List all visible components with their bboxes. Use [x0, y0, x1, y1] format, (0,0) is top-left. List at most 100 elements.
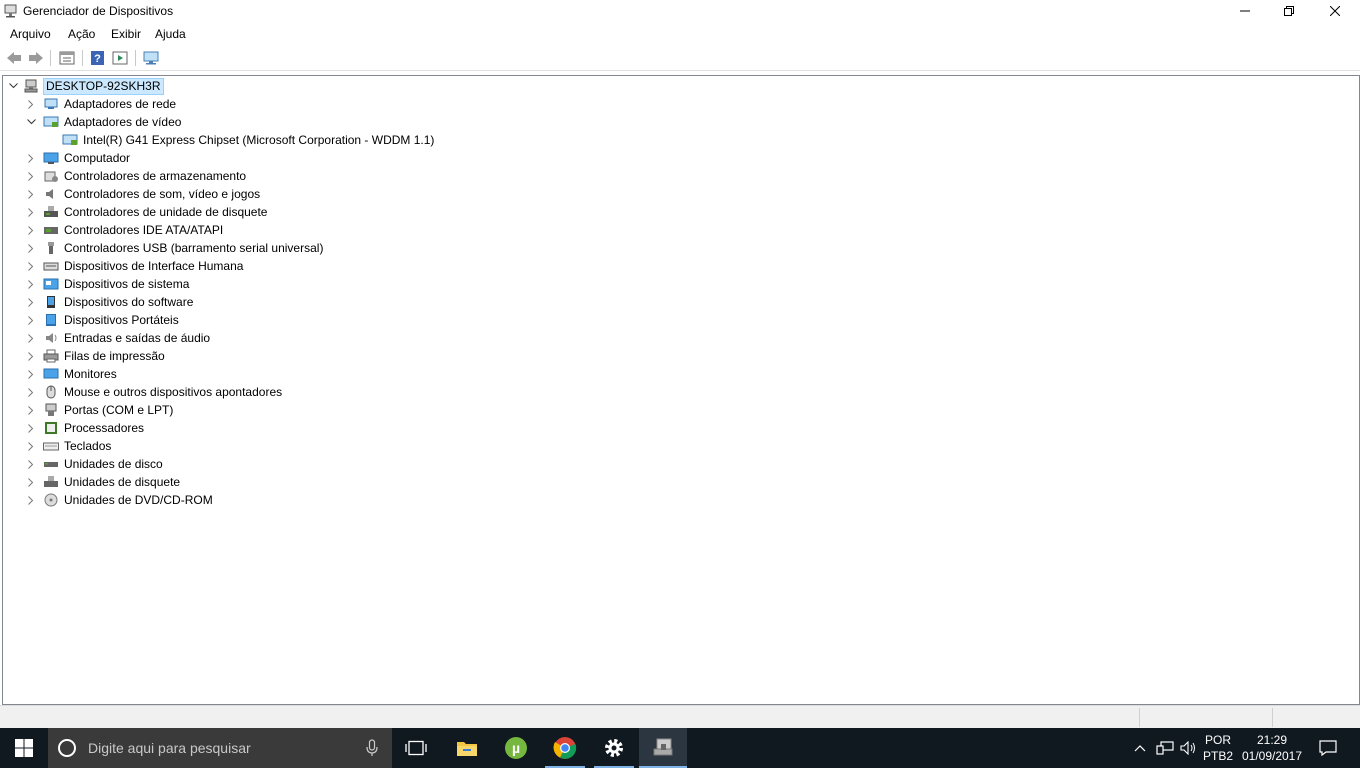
- properties-icon[interactable]: [58, 50, 76, 66]
- expand-chevron-icon[interactable]: [25, 239, 37, 257]
- task-view-button[interactable]: [392, 728, 440, 768]
- status-separator: [1139, 708, 1140, 727]
- network-tray-button[interactable]: [1155, 728, 1175, 768]
- tree-category-row[interactable]: Dispositivos de sistema: [3, 275, 603, 293]
- tree-category-row[interactable]: Monitores: [3, 365, 603, 383]
- sound-icon: [46, 189, 53, 199]
- software-device-icon: [47, 296, 55, 308]
- minimize-button[interactable]: [1222, 0, 1268, 22]
- language-indicator[interactable]: POR PTB2: [1203, 732, 1233, 764]
- expand-chevron-icon[interactable]: [25, 167, 37, 185]
- expand-chevron-icon[interactable]: [25, 455, 37, 473]
- search-box[interactable]: Digite aqui para pesquisar: [48, 728, 392, 768]
- expand-chevron-icon[interactable]: [25, 311, 37, 329]
- help-icon[interactable]: ?: [89, 50, 107, 66]
- expand-chevron-icon[interactable]: [25, 347, 37, 365]
- tree-category-row[interactable]: Portas (COM e LPT): [3, 401, 603, 419]
- restore-icon: [1284, 6, 1294, 16]
- expand-chevron-icon[interactable]: [25, 419, 37, 437]
- action-center-button[interactable]: [1314, 728, 1342, 768]
- expand-chevron-icon[interactable]: [25, 473, 37, 491]
- microphone-icon[interactable]: [366, 739, 378, 757]
- toolbar-separator: [82, 50, 83, 66]
- file-explorer-button[interactable]: [443, 728, 491, 768]
- tree-category-row[interactable]: Controladores de armazenamento: [3, 167, 603, 185]
- device-manager-taskbar-button[interactable]: [639, 728, 687, 768]
- expand-chevron-icon[interactable]: [25, 491, 37, 509]
- tree-device-row[interactable]: Intel(R) G41 Express Chipset (Microsoft …: [3, 131, 603, 149]
- tree-category-row[interactable]: Controladores USB (barramento serial uni…: [3, 239, 603, 257]
- tree-category-row[interactable]: Controladores de som, vídeo e jogos: [3, 185, 603, 203]
- task-view-icon: [405, 740, 427, 756]
- expand-chevron-icon[interactable]: [25, 203, 37, 221]
- device-tree[interactable]: DESKTOP-92SKH3R Adaptadores de rede Adapt…: [2, 75, 1360, 705]
- chrome-button[interactable]: [541, 728, 589, 768]
- tree-category-row[interactable]: Processadores: [3, 419, 603, 437]
- menu-exibir[interactable]: Exibir: [111, 27, 141, 41]
- tree-category-row[interactable]: Teclados: [3, 437, 603, 455]
- tree-category-row[interactable]: Unidades de disquete: [3, 473, 603, 491]
- expand-chevron-icon[interactable]: [25, 149, 37, 167]
- show-hidden-icons-button[interactable]: [1131, 728, 1149, 768]
- menu-arquivo[interactable]: Arquivo: [10, 27, 51, 41]
- tree-root[interactable]: DESKTOP-92SKH3R: [3, 77, 303, 95]
- expand-chevron-icon[interactable]: [25, 257, 37, 275]
- tree-category-row[interactable]: Unidades de disco: [3, 455, 603, 473]
- chevron-right-icon: [28, 153, 34, 163]
- folder-icon: [457, 742, 477, 756]
- expand-chevron-icon[interactable]: [25, 329, 37, 347]
- scan-hardware-icon[interactable]: [142, 50, 160, 66]
- chevron-right-icon: [28, 279, 34, 289]
- taskbar: Digite aqui para pesquisar µ POR PTB2 21…: [0, 728, 1360, 768]
- back-arrow-icon[interactable]: [5, 50, 23, 66]
- storage-controller-icon: [44, 171, 58, 182]
- utorrent-icon: µ: [505, 737, 527, 759]
- volume-tray-button[interactable]: [1179, 728, 1199, 768]
- expand-chevron-icon[interactable]: [7, 77, 19, 95]
- run-icon[interactable]: [111, 50, 129, 66]
- tree-category-row[interactable]: Adaptadores de rede: [3, 95, 603, 113]
- floppy-drive-icon: [44, 476, 58, 487]
- expand-chevron-icon[interactable]: [25, 293, 37, 311]
- expand-chevron-icon[interactable]: [25, 365, 37, 383]
- tree-category-row[interactable]: Dispositivos de Interface Humana: [3, 257, 603, 275]
- tree-category-row[interactable]: Unidades de DVD/CD-ROM: [3, 491, 603, 509]
- tree-category-row[interactable]: Computador: [3, 149, 603, 167]
- expand-chevron-icon[interactable]: [25, 185, 37, 203]
- expand-chevron-icon[interactable]: [25, 113, 37, 131]
- tree-category-row[interactable]: Dispositivos do software: [3, 293, 603, 311]
- start-button[interactable]: [0, 728, 48, 768]
- chevron-right-icon: [28, 171, 34, 181]
- tree-category-row[interactable]: Adaptadores de vídeo: [3, 113, 603, 131]
- tree-root-label: DESKTOP-92SKH3R: [43, 78, 164, 95]
- expand-chevron-icon[interactable]: [25, 95, 37, 113]
- tree-category-label: Portas (COM e LPT): [64, 403, 174, 417]
- tree-category-row[interactable]: Controladores IDE ATA/ATAPI: [3, 221, 603, 239]
- chevron-down-icon: [8, 83, 18, 89]
- expand-chevron-icon[interactable]: [25, 437, 37, 455]
- expand-chevron-icon[interactable]: [25, 275, 37, 293]
- device-manager-icon: [4, 4, 17, 18]
- tree-category-label: Controladores de som, vídeo e jogos: [64, 187, 261, 201]
- window-title: Gerenciador de Dispositivos: [23, 4, 174, 18]
- tree-category-row[interactable]: Controladores de unidade de disquete: [3, 203, 603, 221]
- forward-arrow-icon[interactable]: [27, 50, 45, 66]
- close-button[interactable]: [1312, 0, 1358, 22]
- menu-acao[interactable]: Ação: [68, 27, 95, 41]
- expand-chevron-icon[interactable]: [25, 383, 37, 401]
- settings-button[interactable]: [590, 728, 638, 768]
- menu-ajuda[interactable]: Ajuda: [155, 27, 186, 41]
- restore-button[interactable]: [1266, 0, 1312, 22]
- tree-category-row[interactable]: Entradas e saídas de áudio: [3, 329, 603, 347]
- expand-chevron-icon[interactable]: [25, 401, 37, 419]
- utorrent-button[interactable]: µ: [492, 728, 540, 768]
- chevron-right-icon: [28, 423, 34, 433]
- tree-category-row[interactable]: Dispositivos Portáteis: [3, 311, 603, 329]
- toolbar: ?: [0, 46, 1360, 71]
- tree-category-row[interactable]: Filas de impressão: [3, 347, 603, 365]
- expand-chevron-icon[interactable]: [25, 221, 37, 239]
- chevron-right-icon: [28, 441, 34, 451]
- portable-device-icon: [46, 314, 56, 326]
- tree-category-row[interactable]: Mouse e outros dispositivos apontadores: [3, 383, 603, 401]
- clock[interactable]: 21:29 01/09/2017: [1240, 732, 1304, 764]
